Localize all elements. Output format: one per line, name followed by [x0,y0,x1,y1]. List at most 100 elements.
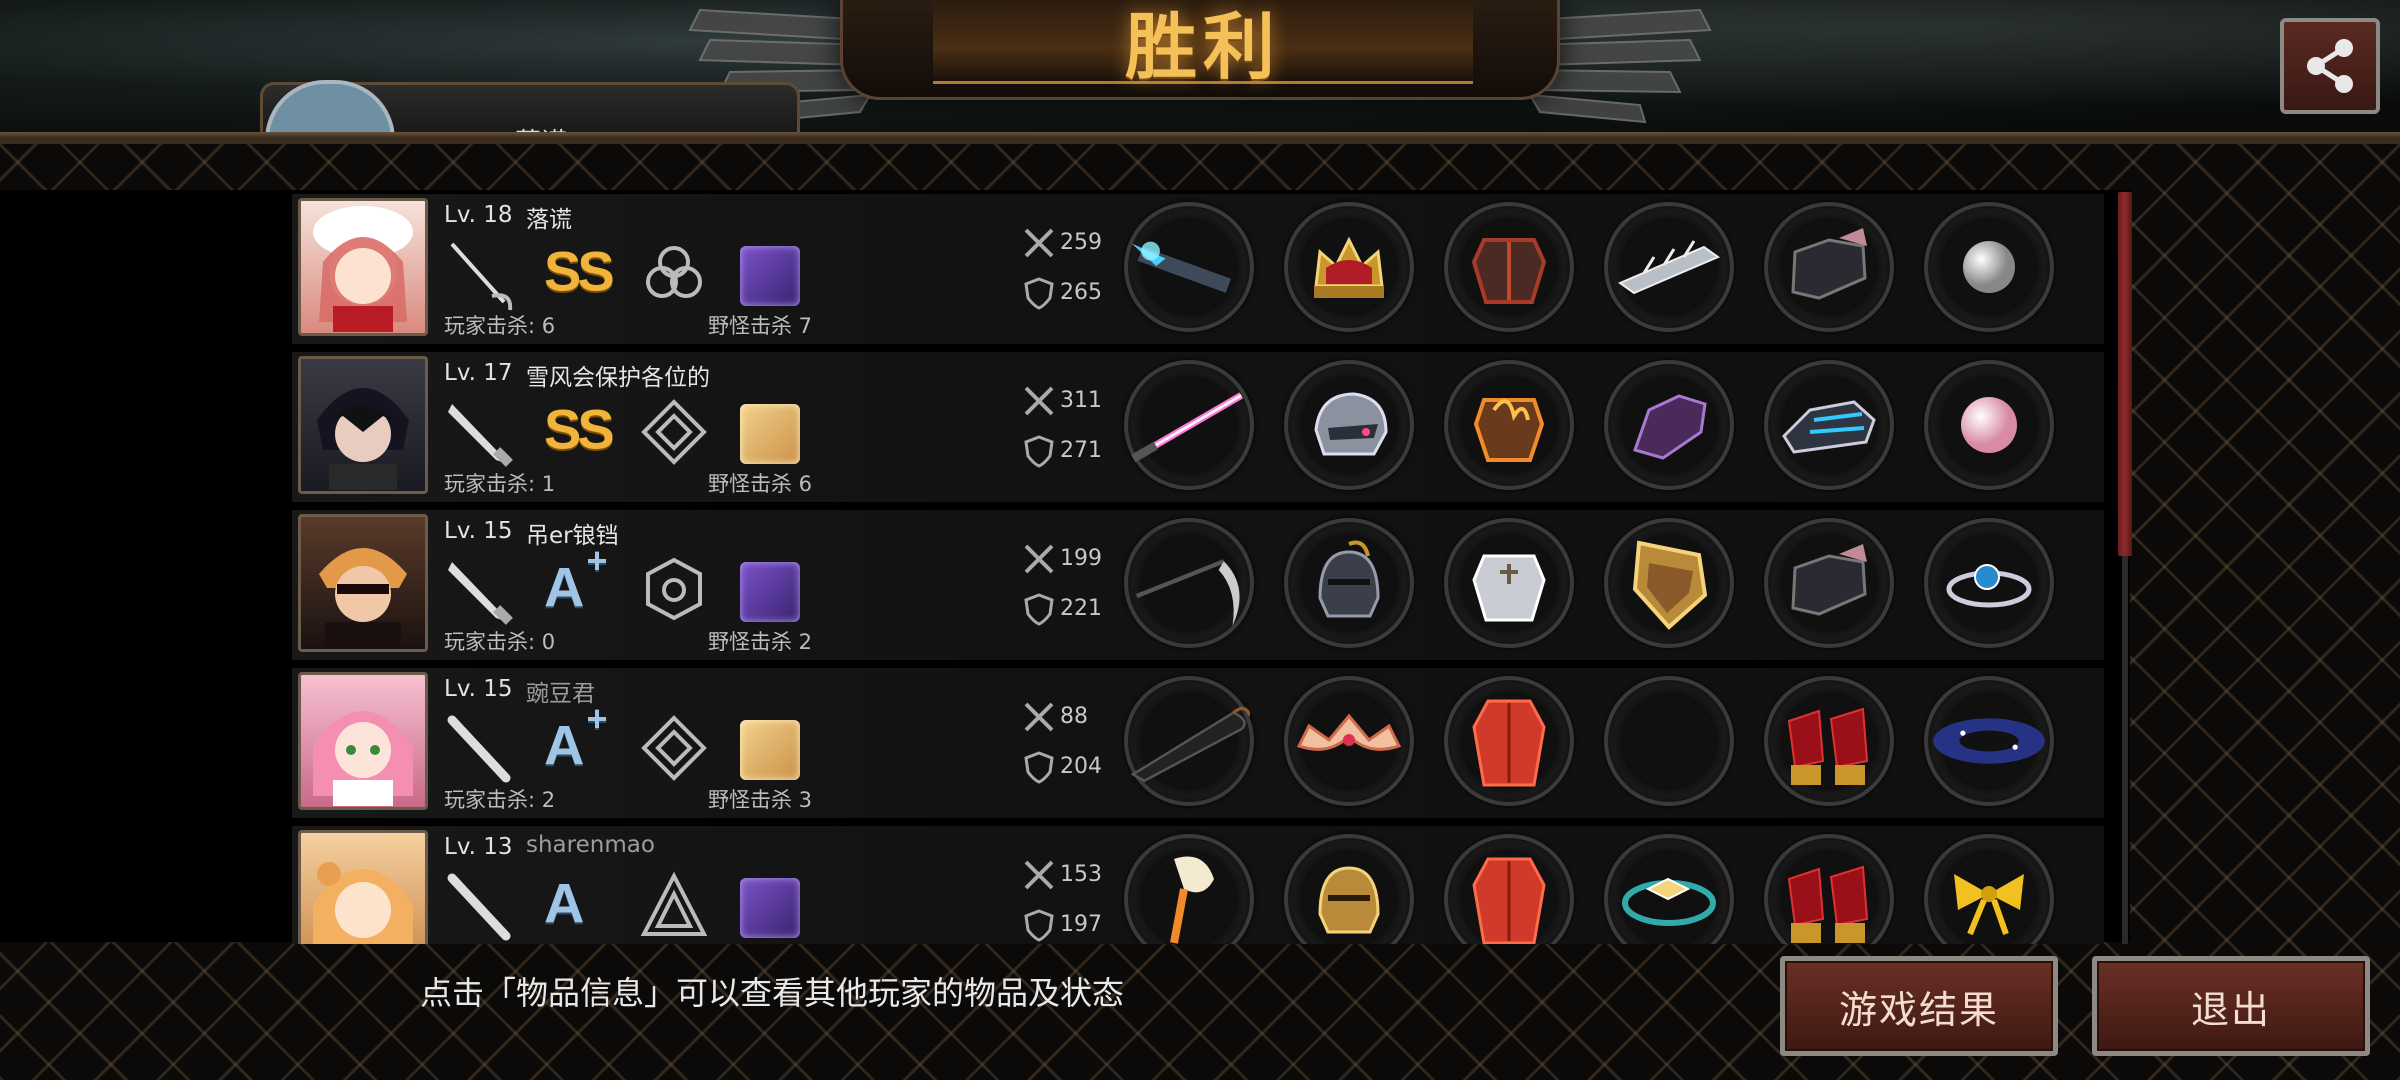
umbrella-icon [1130,706,1250,783]
player-row[interactable]: Lv. 13 sharenmao A 153 197 [292,826,2104,944]
player-avatar [298,830,428,944]
dark-boots-icon [1791,544,1867,616]
item-slot[interactable] [1124,518,1254,648]
diamond-emblem-icon [641,399,707,465]
item-slot[interactable] [1444,202,1574,332]
player-row[interactable]: Lv. 17 雪风会保护各位的 SS 玩家击杀: 1 野怪击杀 6 311 27… [292,352,2104,504]
item-slot[interactable] [1444,360,1574,490]
defense-value: 265 [1060,280,1102,305]
item-slot[interactable] [1124,834,1254,944]
knife-icon [448,562,513,625]
item-slot[interactable] [1604,360,1734,490]
gold-shield-icon [1632,540,1708,630]
hexagon-emblem-icon [646,557,702,621]
pink-pearl-icon [1961,397,2017,453]
player-kills: 玩家击杀: 2 [444,788,556,812]
knife-icon [448,404,513,467]
item-slot[interactable] [1604,202,1734,332]
item-slot[interactable] [1284,676,1414,806]
crystal-bracelet-icon [1622,877,1716,926]
item-slot[interactable] [1764,834,1894,944]
item-slot[interactable] [1924,360,2054,490]
hint-text: 点击「物品信息」可以查看其他玩家的物品及状态 [420,974,1125,1012]
attack-value: 199 [1060,546,1102,571]
victory-title: 胜利 [1124,5,1281,89]
game-result-button[interactable]: 游戏结果 [1780,956,2058,1056]
player-level: Lv. 13 [444,834,513,860]
item-slot[interactable] [1444,518,1574,648]
item-slot[interactable] [1604,834,1734,944]
diamond-emblem-icon [641,715,707,781]
player-row[interactable]: Lv. 18 落谎 SS 玩家击杀: 6 野怪击杀 7 259 265 [292,194,2104,346]
attack-icon [1024,228,1054,258]
pearl-orb-icon [1963,241,2015,293]
dark-boots-icon [1791,228,1867,300]
item-slot[interactable] [1764,360,1894,490]
item-slot-empty[interactable] [1604,676,1734,806]
defense-value: 271 [1060,438,1102,463]
item-slot[interactable] [1284,202,1414,332]
gold-ribbon-icon [1954,874,2024,936]
player-kills: 玩家击杀: 1 [444,472,556,496]
item-slot[interactable] [1444,676,1574,806]
player-avatar [298,356,428,494]
defense-icon [1024,435,1054,468]
scrollbar-thumb[interactable] [2118,192,2132,556]
monster-item-icon [740,246,800,306]
bat-icon [447,715,511,783]
player-name: 落谎 [526,207,572,233]
attack-value: 311 [1060,388,1102,413]
defense-icon [1024,593,1054,626]
defense-value: 204 [1060,754,1102,779]
grade-badge: SS [544,397,615,461]
exit-button[interactable]: 退出 [2092,956,2370,1056]
item-slot[interactable] [1284,518,1414,648]
share-icon [2307,39,2353,93]
attack-icon [1024,702,1054,732]
player-row[interactable]: Lv. 15 豌豆君 A+ 玩家击杀: 2 野怪击杀 3 88 204 [292,668,2104,820]
player-name: 豌豆君 [526,681,595,707]
sapphire-ring-icon [1946,564,2032,608]
item-slot[interactable] [1924,676,2054,806]
shadow-gauntlet-icon [1633,394,1707,460]
item-slot[interactable] [1284,834,1414,944]
item-slot[interactable] [1924,518,2054,648]
red-coat-icon [1472,857,1546,944]
item-slot[interactable] [1124,360,1254,490]
item-slot[interactable] [1764,202,1894,332]
cyber-helmet-icon [1314,392,1388,456]
player-level: Lv. 17 [444,360,513,386]
item-slot[interactable] [1604,518,1734,648]
defense-value: 221 [1060,596,1102,621]
player-name: 雪风会保护各位的 [526,365,710,391]
flame-armor-icon [1473,398,1545,462]
fan-torch-icon [1170,856,1214,944]
item-slot[interactable] [1924,202,2054,332]
player-avatar [298,514,428,652]
item-slot[interactable] [1124,676,1254,806]
player-results-list: Lv. 18 落谎 SS 玩家击杀: 6 野怪击杀 7 259 265 Lv. … [292,194,2104,944]
share-button[interactable] [2280,18,2380,114]
attack-icon [1024,544,1054,574]
monster-item-icon [740,404,800,464]
item-slot[interactable] [1924,834,2054,944]
galaxy-orb-icon [1933,718,2045,764]
rapier-icon [450,242,513,311]
item-slot[interactable] [1284,360,1414,490]
monster-kills: 野怪击杀 2 [708,630,813,654]
player-kills: 玩家击杀: 0 [444,630,556,654]
player-kills: 玩家击杀: 6 [444,314,556,338]
defense-icon [1024,277,1054,310]
player-row[interactable]: Lv. 15 吊er锒铛 A+ 玩家击杀: 0 野怪击杀 2 199 221 [292,510,2104,662]
player-level: Lv. 15 [444,676,513,702]
item-slot[interactable] [1764,676,1894,806]
item-slot[interactable] [1764,518,1894,648]
player-level: Lv. 15 [444,518,513,544]
defense-icon [1024,751,1054,784]
title-banner: 胜利 [840,0,1560,100]
laser-sword-icon [1131,392,1244,463]
item-slot[interactable] [1444,834,1574,944]
item-slot[interactable] [1124,202,1254,332]
red-heels-icon [1787,707,1869,785]
attack-icon [1024,860,1054,890]
